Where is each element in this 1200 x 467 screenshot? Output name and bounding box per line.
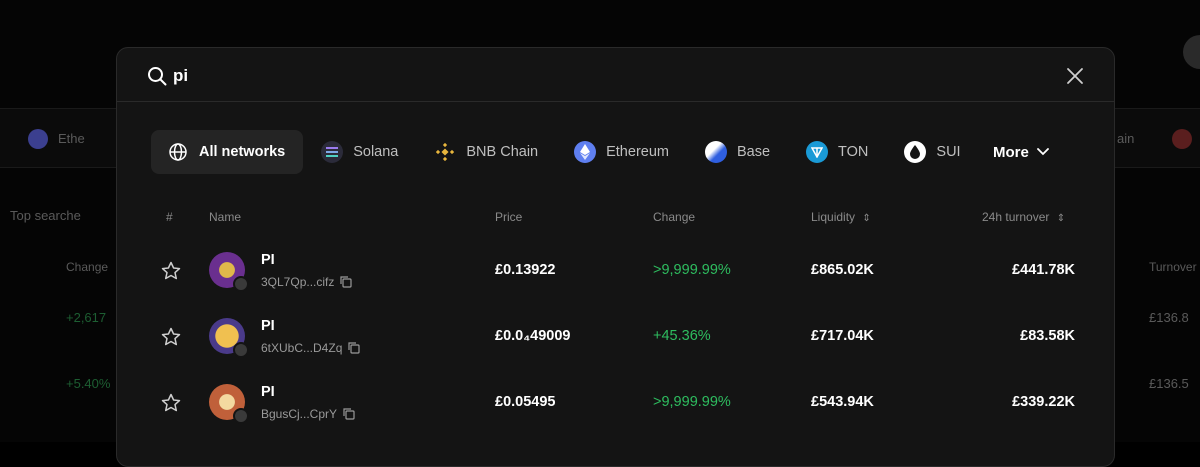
- star-icon[interactable]: [161, 261, 181, 281]
- token-liquidity: £865.02K: [811, 262, 874, 278]
- search-icon: [147, 66, 167, 86]
- token-liquidity: £543.94K: [811, 394, 874, 410]
- solana-icon: [233, 276, 249, 292]
- token-price: £0.13922: [495, 262, 555, 278]
- ton-icon: [806, 141, 828, 163]
- tab-label: Solana: [353, 144, 398, 160]
- background-change-value: +5.40%: [66, 376, 110, 391]
- tab-solana[interactable]: Solana: [303, 130, 416, 174]
- token-turnover: £83.58K: [975, 328, 1075, 344]
- table-row[interactable]: PI BgusCj...CprY £0.05495 >9,999.99% £54…: [117, 370, 1114, 436]
- token-address-text: BgusCj...CprY: [261, 407, 337, 421]
- token-address: BgusCj...CprY: [261, 407, 355, 421]
- more-networks-button[interactable]: More: [993, 130, 1049, 174]
- search-input[interactable]: [173, 63, 973, 89]
- background-turnover-header: Turnover: [1149, 260, 1197, 274]
- avatar[interactable]: [1183, 35, 1200, 69]
- globe-icon: [167, 141, 189, 163]
- column-header-turnover[interactable]: 24h turnover ⇕: [982, 210, 1065, 224]
- table-row[interactable]: PI 3QL7Qp...cifz £0.13922 >9,999.99% £86…: [117, 238, 1114, 304]
- token-address: 3QL7Qp...cifz: [261, 275, 352, 289]
- base-icon: [705, 141, 727, 163]
- token-price: £0.05495: [495, 394, 555, 410]
- background-chain-label-right[interactable]: ain: [1117, 131, 1134, 146]
- background-change-header: Change: [66, 260, 108, 274]
- star-icon[interactable]: [161, 327, 181, 347]
- sui-icon: [904, 141, 926, 163]
- search-bar: [117, 48, 1114, 102]
- token-name: PI: [261, 252, 275, 268]
- token-liquidity: £717.04K: [811, 328, 874, 344]
- token-change: >9,999.99%: [653, 394, 731, 410]
- bnb-icon: [434, 141, 456, 163]
- column-header-liquidity[interactable]: Liquidity ⇕: [811, 210, 871, 224]
- token-name: PI: [261, 318, 275, 334]
- tab-bnb-chain[interactable]: BNB Chain: [416, 130, 556, 174]
- copy-icon[interactable]: [340, 276, 352, 288]
- solana-icon: [233, 342, 249, 358]
- copy-icon[interactable]: [348, 342, 360, 354]
- token-change: +45.36%: [653, 328, 711, 344]
- tab-label: All networks: [199, 144, 285, 160]
- background-top-searched-label: Top searche: [10, 208, 81, 223]
- table-row[interactable]: PI 6tXUbC...D4Zq £0.0₄49009 +45.36% £717…: [117, 304, 1114, 370]
- liquidity-header-label: Liquidity: [811, 210, 855, 224]
- turnover-header-label: 24h turnover: [982, 210, 1049, 224]
- tab-label: Base: [737, 144, 770, 160]
- more-label: More: [993, 144, 1029, 161]
- tab-ton[interactable]: TON: [788, 130, 886, 174]
- sort-icon: ⇕: [1057, 213, 1065, 224]
- sort-icon: ⇕: [862, 213, 870, 224]
- column-header-change: Change: [653, 210, 695, 224]
- tab-label: BNB Chain: [466, 144, 538, 160]
- tab-all-networks[interactable]: All networks: [151, 130, 303, 174]
- chain-icon: [1172, 129, 1192, 149]
- background-chain-label[interactable]: Ethe: [58, 131, 85, 146]
- network-filter: All networks Solana BNB Chain Ethereum B…: [151, 130, 979, 174]
- solana-icon: [233, 408, 249, 424]
- token-price: £0.0₄49009: [495, 328, 570, 344]
- copy-icon[interactable]: [343, 408, 355, 420]
- background-turnover-value: £136.8: [1149, 310, 1189, 325]
- token-address-text: 6tXUbC...D4Zq: [261, 341, 342, 355]
- tab-label: TON: [838, 144, 868, 160]
- token-name: PI: [261, 384, 275, 400]
- ethereum-icon: [574, 141, 596, 163]
- close-icon[interactable]: [1065, 66, 1085, 86]
- tab-label: SUI: [936, 144, 960, 160]
- chevron-down-icon: [1037, 148, 1049, 156]
- star-icon[interactable]: [161, 393, 181, 413]
- token-change: >9,999.99%: [653, 262, 731, 278]
- search-modal: All networks Solana BNB Chain Ethereum B…: [116, 47, 1115, 467]
- solana-icon: [321, 141, 343, 163]
- token-address-text: 3QL7Qp...cifz: [261, 275, 334, 289]
- tab-base[interactable]: Base: [687, 130, 788, 174]
- tab-ethereum[interactable]: Ethereum: [556, 130, 687, 174]
- tab-label: Ethereum: [606, 144, 669, 160]
- token-address: 6tXUbC...D4Zq: [261, 341, 360, 355]
- token-turnover: £339.22K: [975, 394, 1075, 410]
- tab-sui[interactable]: SUI: [886, 130, 978, 174]
- column-header-index: #: [166, 210, 173, 224]
- background-change-value: +2,617: [66, 310, 106, 325]
- ethereum-icon: [28, 129, 48, 149]
- column-header-price: Price: [495, 210, 522, 224]
- token-turnover: £441.78K: [975, 262, 1075, 278]
- background-turnover-value: £136.5: [1149, 376, 1189, 391]
- column-header-name: Name: [209, 210, 241, 224]
